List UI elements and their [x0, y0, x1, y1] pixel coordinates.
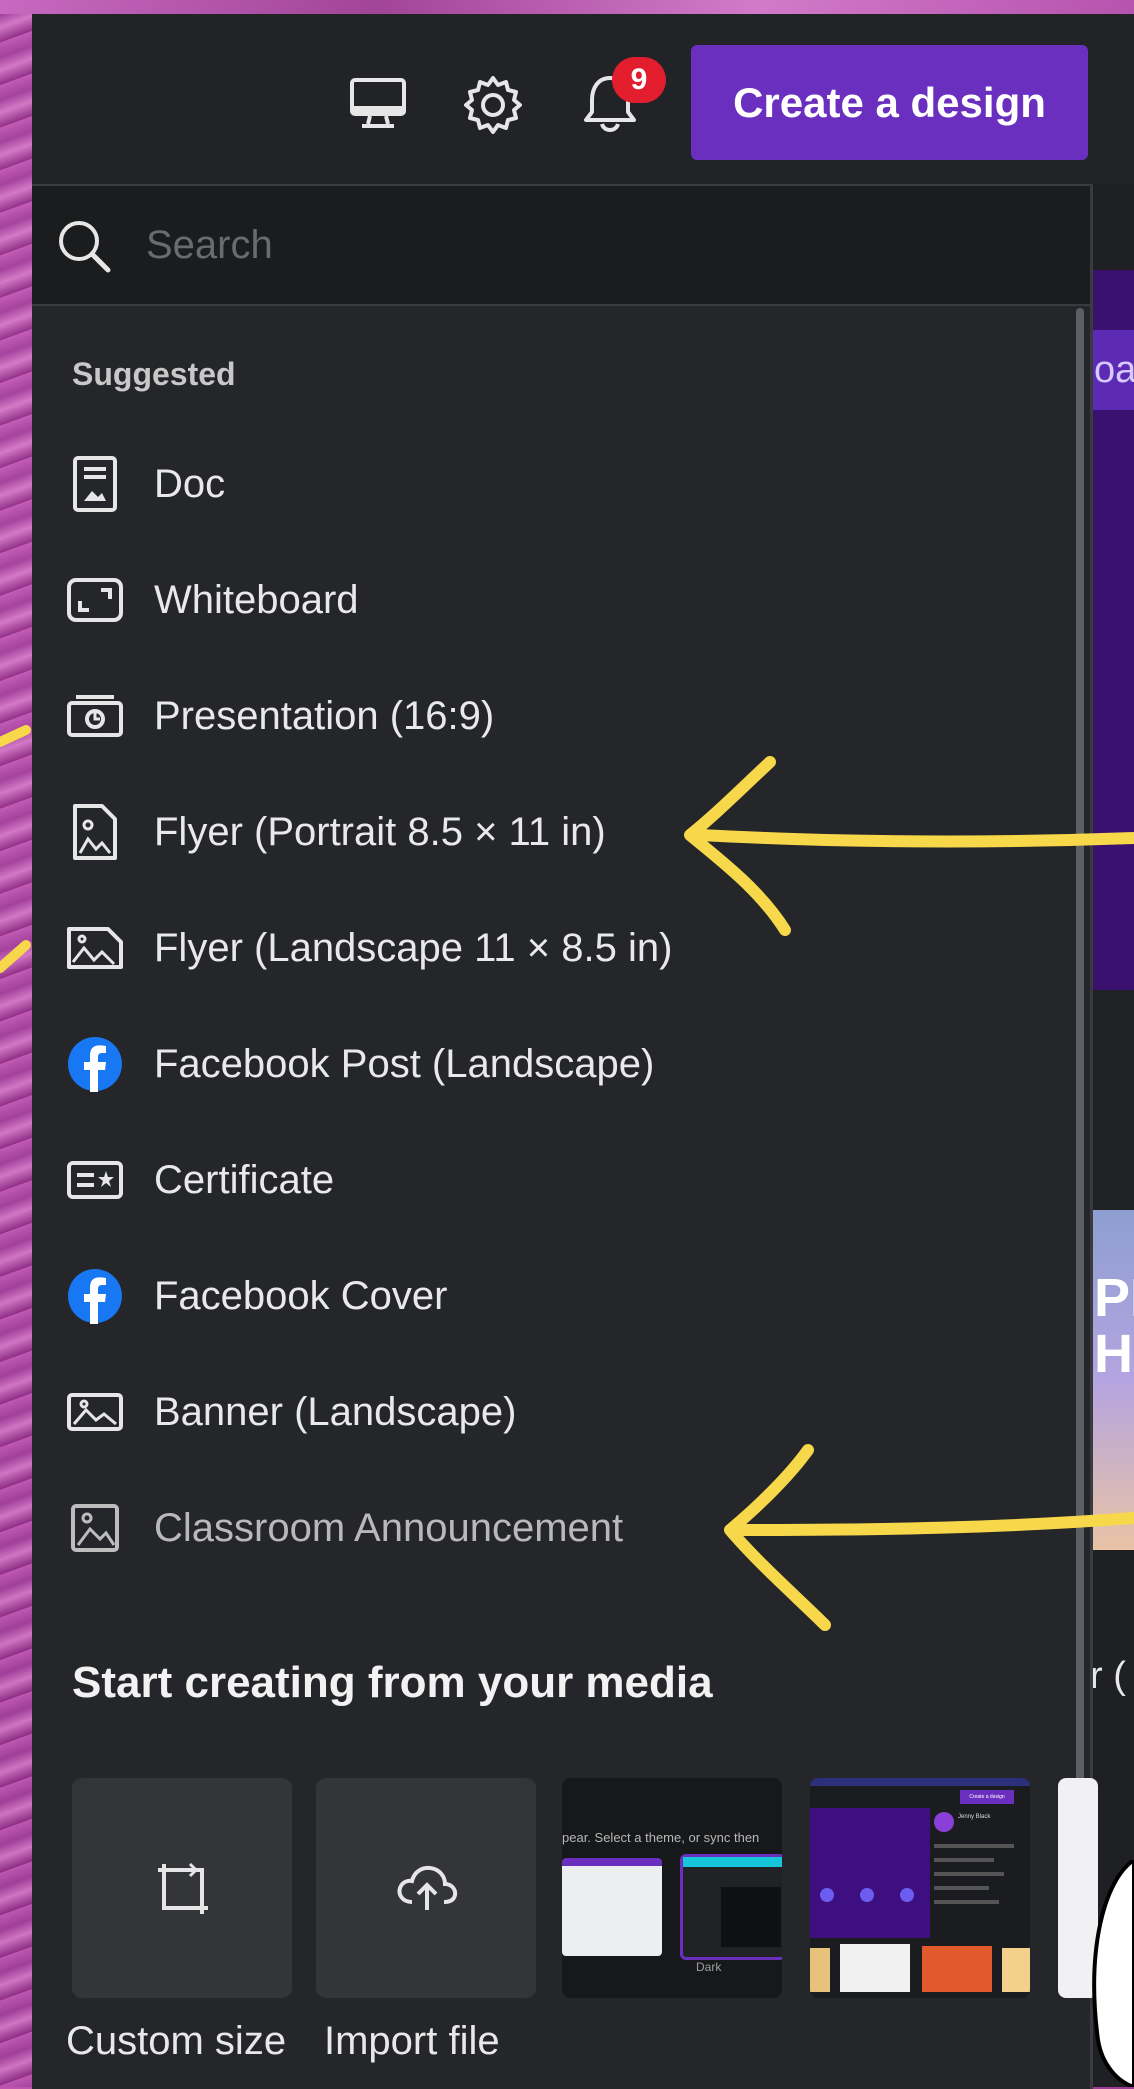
whiteboard-icon — [66, 571, 124, 629]
suggested-item-classroom-announcement[interactable]: Classroom Announcement — [32, 1470, 1062, 1586]
search-input[interactable] — [144, 212, 1048, 278]
search-icon — [56, 218, 112, 278]
suggested-item-banner[interactable]: Banner (Landscape) — [32, 1354, 1062, 1470]
thumbnail-create-button: Create a design — [960, 1790, 1014, 1804]
custom-size-icon — [154, 1860, 212, 1922]
peek-card: PRHE — [1090, 1210, 1134, 1550]
media-thumbnail[interactable]: Create a design Jenny Black — [810, 1778, 1030, 1998]
background-texture-top — [0, 0, 1134, 14]
media-thumbnail[interactable]: pear. Select a theme, or sync then Dark — [562, 1778, 782, 1998]
suggested-item-facebook-post[interactable]: Facebook Post (Landscape) — [32, 1006, 1062, 1122]
suggested-item-label: Certificate — [154, 1157, 335, 1202]
thumbnail-dark-theme — [680, 1854, 782, 1960]
flyer-landscape-icon — [66, 919, 124, 977]
peek-hero-bar: oa — [1090, 330, 1134, 410]
facebook-icon — [66, 1267, 124, 1325]
presentation-icon — [66, 687, 124, 745]
notification-badge: 9 — [612, 57, 666, 103]
suggested-item-label: Facebook Cover — [154, 1273, 448, 1318]
facebook-icon — [66, 1035, 124, 1093]
desktop-icon[interactable] — [348, 76, 408, 134]
thumbnail-sublabel: Dark — [696, 1960, 722, 1974]
import-file-tile[interactable] — [316, 1778, 536, 1998]
peek-card-text: PRHE — [1094, 1268, 1134, 1384]
suggested-item-label: Flyer (Portrait 8.5 × 11 in) — [154, 809, 606, 854]
image-icon — [66, 1383, 124, 1441]
search-bar — [32, 186, 1090, 306]
create-design-dropdown: Suggested Doc Whiteboard Presentation (1… — [32, 184, 1098, 2089]
suggested-heading: Suggested — [72, 356, 236, 392]
suggested-item-label: Presentation (16:9) — [154, 693, 495, 738]
scrollbar[interactable] — [1076, 308, 1084, 1808]
thumbnail-caption: pear. Select a theme, or sync then — [562, 1830, 760, 1845]
gear-icon[interactable] — [462, 74, 524, 140]
custom-size-tile[interactable] — [72, 1778, 292, 1998]
peek-text: r ( — [1090, 1655, 1126, 1697]
suggested-item-presentation[interactable]: Presentation (16:9) — [32, 658, 1062, 774]
suggested-item-label: Whiteboard — [154, 577, 359, 622]
suggested-item-flyer-landscape[interactable]: Flyer (Landscape 11 × 8.5 in) — [32, 890, 1062, 1006]
custom-size-label: Custom size — [66, 2019, 287, 2063]
image-icon — [66, 1499, 124, 1557]
suggested-item-label: Banner (Landscape) — [154, 1389, 517, 1434]
flyer-portrait-icon — [66, 803, 124, 861]
suggested-item-certificate[interactable]: Certificate — [32, 1122, 1062, 1238]
suggested-item-label: Classroom Announcement — [154, 1505, 624, 1550]
import-file-label: Import file — [324, 2019, 500, 2063]
suggested-item-doc[interactable]: Doc — [32, 426, 1062, 542]
suggested-item-flyer-portrait[interactable]: Flyer (Portrait 8.5 × 11 in) — [32, 774, 1062, 890]
suggested-item-label: Doc — [154, 461, 226, 506]
thumbnail-light-theme — [562, 1858, 662, 1956]
suggested-item-whiteboard[interactable]: Whiteboard — [32, 542, 1062, 658]
thumbnail-user-name: Jenny Black — [958, 1814, 991, 1820]
doc-icon — [66, 455, 124, 513]
create-design-button[interactable]: Create a design — [691, 45, 1088, 160]
suggested-item-label: Facebook Post (Landscape) — [154, 1041, 655, 1086]
suggested-item-label: Flyer (Landscape 11 × 8.5 in) — [154, 925, 673, 970]
suggested-item-facebook-cover[interactable]: Facebook Cover — [32, 1238, 1062, 1354]
upload-cloud-icon — [394, 1862, 460, 1918]
white-curve-shape — [1092, 1860, 1134, 2087]
media-heading: Start creating from your media — [72, 1658, 713, 1707]
thumbnail-purple-block — [810, 1808, 930, 1938]
certificate-icon — [66, 1151, 124, 1209]
